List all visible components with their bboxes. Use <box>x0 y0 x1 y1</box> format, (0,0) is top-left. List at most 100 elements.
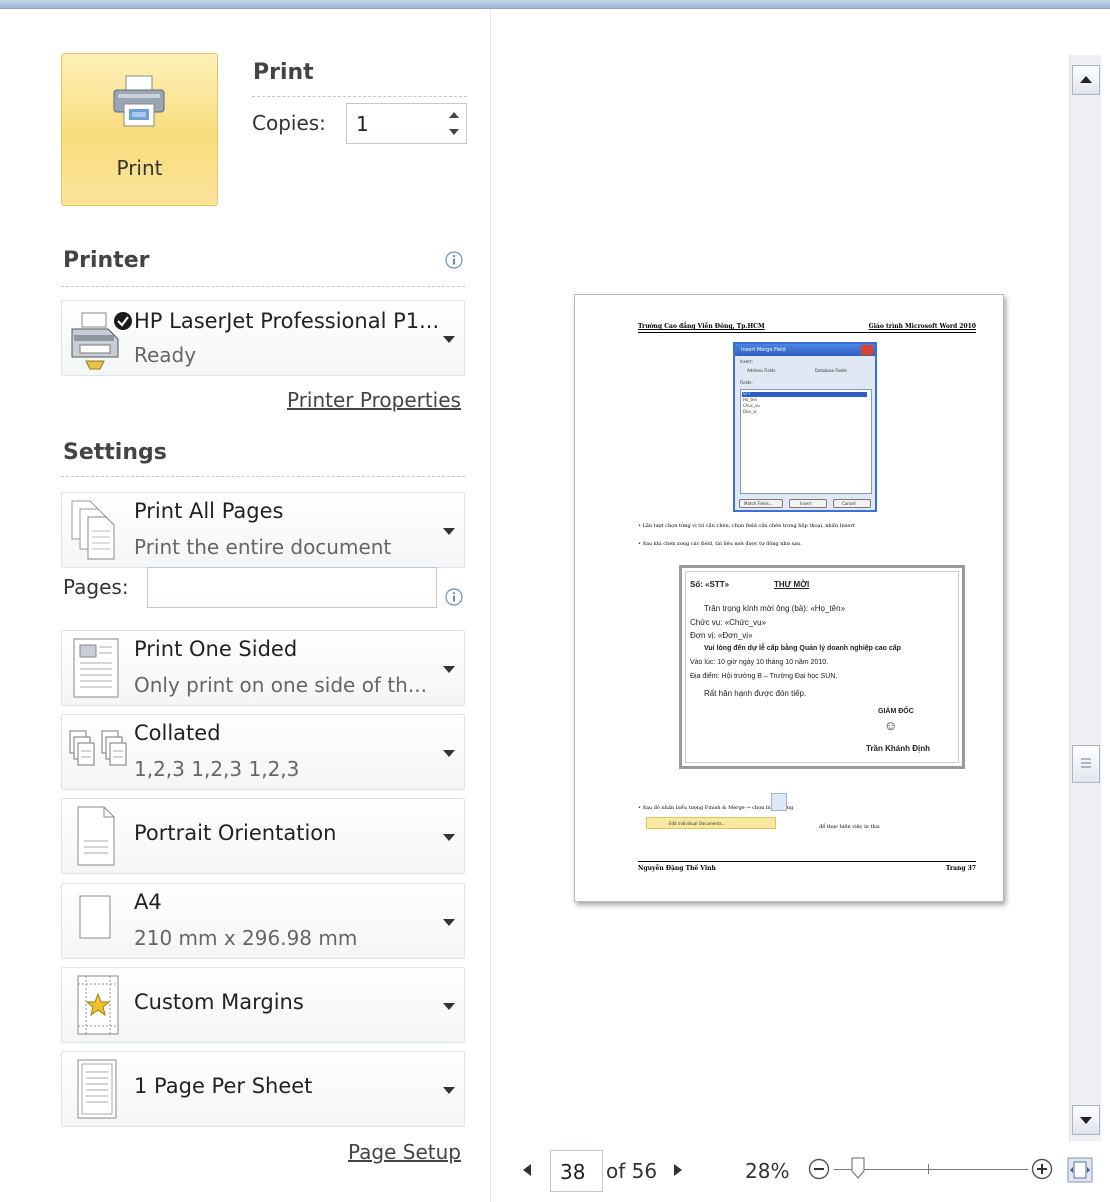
pages-per-sheet-dropdown[interactable]: 1 Page Per Sheet <box>61 1051 465 1127</box>
page-total-label: of 56 <box>606 1159 658 1183</box>
doc-bullet: • Lần lượt chọn từng vị trí cần chèn, ch… <box>638 523 855 529</box>
paper-icon <box>79 895 111 939</box>
print-button[interactable]: Print <box>61 53 218 206</box>
printer-name: HP LaserJet Professional P1... <box>134 309 440 333</box>
copies-stepper[interactable]: 1 <box>346 103 467 144</box>
page-number-input[interactable]: 38 <box>550 1150 603 1192</box>
scroll-down-button[interactable] <box>1072 1105 1100 1135</box>
doc-edit-documents-item: Edit Individual Documents... <box>646 817 776 829</box>
chevron-up-icon <box>1080 76 1092 83</box>
print-sides-subtitle: Only print on one side of th... <box>134 673 427 697</box>
doc-invite-line: Chức vụ: «Chức_vụ» <box>690 618 767 627</box>
printer-status: Ready <box>134 343 197 367</box>
fit-page-icon[interactable] <box>1067 1157 1093 1183</box>
scroll-up-button[interactable] <box>1072 65 1100 95</box>
doc-dialog-screenshot: Insert Merge Field Insert: Address Field… <box>733 342 877 512</box>
doc-invite-line: Đơn vị: «Đơn_vị» <box>690 631 753 640</box>
doc-dialog-title: Insert Merge Field <box>735 344 875 356</box>
paper-size-dropdown[interactable]: A4 210 mm x 296.98 mm <box>61 883 465 959</box>
print-button-label: Print <box>116 156 163 180</box>
orientation-dropdown[interactable]: Portrait Orientation <box>61 798 465 874</box>
printer-icon <box>71 312 132 370</box>
doc-footer-left: Nguyễn Đặng Thế Vinh <box>638 865 716 872</box>
pages-label: Pages: <box>63 575 129 599</box>
doc-header-right: Giáo trình Microsoft Word 2010 <box>868 323 976 330</box>
doc-invite-title: THƯ MỜI <box>774 580 810 589</box>
page-per-sheet-icon <box>77 1059 117 1119</box>
decrement-copies-button[interactable] <box>446 124 462 140</box>
zoom-slider-thumb[interactable] <box>850 1157 866 1179</box>
paper-size-title: A4 <box>134 890 162 914</box>
scroll-thumb[interactable] <box>1072 745 1100 783</box>
print-section-title: Print <box>253 60 314 85</box>
zoom-slider-center-tick <box>928 1164 929 1174</box>
zoom-level[interactable]: 28% <box>745 1159 789 1183</box>
doc-dialog-button-label: Insert <box>800 501 812 506</box>
doc-bullet: • Sau khi chèn xong các field, tài liệu … <box>638 541 802 547</box>
dropdown-arrow-icon <box>443 919 455 926</box>
printer-section-title: Printer <box>63 248 150 273</box>
doc-dialog-button-label: Cancel <box>842 501 856 506</box>
chevron-down-icon <box>1080 1117 1092 1124</box>
chevron-down-icon <box>449 129 459 135</box>
pages-per-sheet-title: 1 Page Per Sheet <box>134 1074 313 1098</box>
doc-header-left: Trường Cao đẳng Viễn Đông, Tp.HCM <box>638 323 765 330</box>
close-icon <box>861 345 873 355</box>
doc-bullet: • Sau đó nhấn biểu tượng Finish & Merge … <box>638 805 794 811</box>
info-icon[interactable] <box>444 587 464 607</box>
doc-footer-right: Trang 37 <box>945 865 976 872</box>
margins-title: Custom Margins <box>134 990 304 1014</box>
doc-dialog-insert-label: Insert: <box>740 359 753 364</box>
collation-dropdown[interactable]: Collated 1,2,3 1,2,3 1,2,3 <box>61 714 465 790</box>
dropdown-arrow-icon <box>443 1087 455 1094</box>
divider <box>61 476 465 477</box>
printer-icon <box>113 75 165 127</box>
doc-dialog-button: Cancel <box>833 499 871 508</box>
chevron-up-icon <box>449 112 459 118</box>
portrait-icon <box>77 806 115 866</box>
doc-invite-line: Trân trọng kính mời ông (bà): «Họ_tên» <box>704 604 846 613</box>
doc-dialog-field-item: Chuc_vu <box>743 403 760 408</box>
dropdown-arrow-icon <box>443 666 455 673</box>
increment-copies-button[interactable] <box>446 107 462 123</box>
doc-invite-sign-name: Trần Khánh Định <box>866 744 930 753</box>
page-setup-link[interactable]: Page Setup <box>348 1140 461 1164</box>
printer-select-dropdown[interactable]: HP LaserJet Professional P1... Ready <box>61 300 465 376</box>
doc-dialog-field-list: STT Ho_ten Chuc_vu Don_vi <box>740 389 872 494</box>
print-preview-pane: Trường Cao đẳng Viễn Đông, Tp.HCM Giáo t… <box>491 9 1110 1202</box>
printer-properties-link[interactable]: Printer Properties <box>287 388 461 412</box>
next-page-button[interactable] <box>671 1162 685 1178</box>
info-icon[interactable] <box>444 250 464 270</box>
print-range-title: Print All Pages <box>134 499 284 523</box>
doc-dialog-field-item: Don_vi <box>743 409 757 414</box>
grip-icon <box>1081 758 1091 768</box>
doc-dialog-button: Match Fields... <box>739 499 783 508</box>
doc-invite-smiley: ☺ <box>884 718 898 733</box>
doc-invite-sign-title: GIÁM ĐỐC <box>878 708 914 715</box>
previous-page-button[interactable] <box>520 1162 534 1178</box>
doc-dialog-fields-label: Fields: <box>740 380 753 385</box>
doc-dialog-selected-row <box>742 392 867 397</box>
one-sided-icon <box>73 638 119 698</box>
pages-icon <box>71 500 115 560</box>
doc-invite-number: Số: «STT» <box>690 580 730 589</box>
divider <box>252 96 467 97</box>
vertical-scrollbar[interactable] <box>1069 55 1101 1141</box>
dropdown-arrow-icon <box>443 528 455 535</box>
doc-invite-line: Rất hân hạnh được đón tiếp. <box>704 689 807 698</box>
preview-page: Trường Cao đẳng Viễn Đông, Tp.HCM Giáo t… <box>574 294 1004 902</box>
print-range-dropdown[interactable]: Print All Pages Print the entire documen… <box>61 492 465 568</box>
doc-invitation-inner <box>685 571 959 763</box>
zoom-out-icon[interactable] <box>808 1158 830 1180</box>
doc-dialog-button-label: Match Fields... <box>744 501 773 506</box>
zoom-in-icon[interactable] <box>1031 1158 1053 1180</box>
margins-dropdown[interactable]: Custom Margins <box>61 967 465 1043</box>
collation-title: Collated <box>134 721 221 745</box>
doc-dialog-field-item: STT <box>743 391 751 396</box>
orientation-title: Portrait Orientation <box>134 821 337 845</box>
doc-invite-line: Vui lòng đến dự lễ cấp bằng Quản lý doan… <box>704 645 901 652</box>
print-sides-dropdown[interactable]: Print One Sided Only print on one side o… <box>61 630 465 706</box>
pages-input[interactable] <box>147 567 437 608</box>
doc-dialog-field-item: Ho_ten <box>743 397 758 402</box>
dropdown-arrow-icon <box>443 336 455 343</box>
